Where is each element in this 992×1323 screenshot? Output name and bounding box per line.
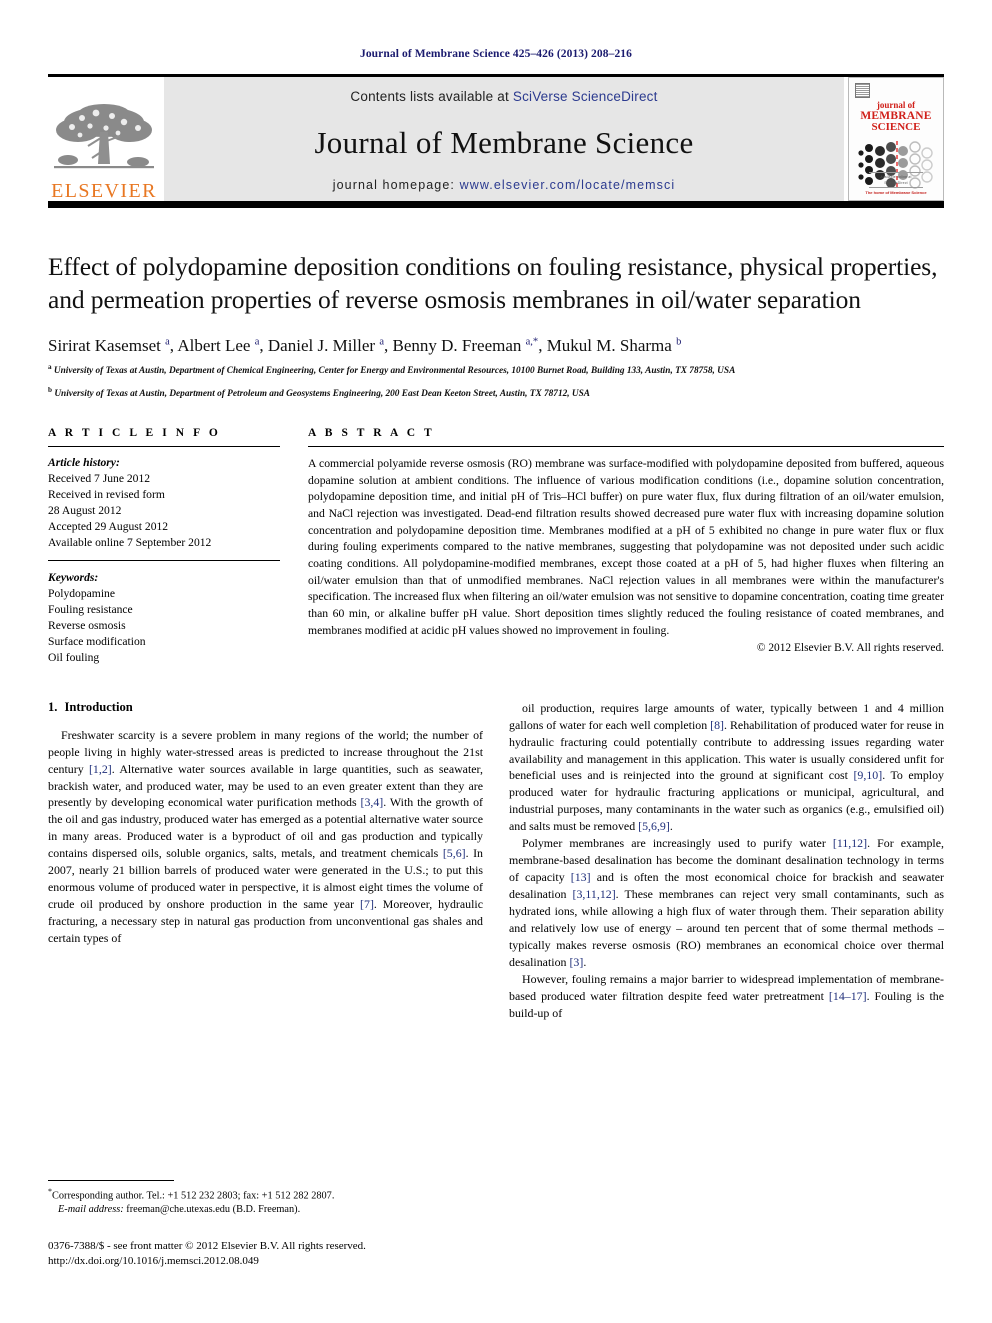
keyword-item: Oil fouling — [48, 650, 100, 664]
article-info-heading: A R T I C L E I N F O — [48, 426, 221, 439]
doi-line[interactable]: http://dx.doi.org/10.1016/j.memsci.2012.… — [48, 1254, 468, 1269]
masthead-bottom-bar — [48, 201, 944, 208]
info-abstract-region: A R T I C L E I N F O Article history: R… — [48, 427, 944, 666]
affiliation-mark-b: b — [48, 385, 52, 394]
article-info-rule — [48, 445, 280, 447]
keywords-block: Keywords: Polydopamine Fouling resistanc… — [48, 570, 280, 666]
abstract-heading: A B S T R A C T — [308, 426, 435, 439]
issn-line: 0376-7388/$ - see front matter © 2012 El… — [48, 1240, 366, 1253]
elsevier-logo: ELSEVIER — [48, 77, 160, 201]
author-list: Sirirat Kasemset a, Albert Lee a, Daniel… — [48, 336, 682, 356]
issn-block: 0376-7388/$ - see front matter © 2012 El… — [48, 1239, 468, 1269]
abstract-copyright: © 2012 Elsevier B.V. All rights reserved… — [756, 642, 944, 655]
body-paragraph: Polymer membranes are increasingly used … — [509, 836, 944, 969]
body-right-column: oil production, requires large amounts o… — [509, 700, 944, 1022]
affiliation-2: b University of Texas at Austin, Departm… — [48, 385, 944, 401]
journal-homepage-link[interactable]: www.elsevier.com/locate/memsci — [460, 178, 676, 192]
history-item: 28 August 2012 — [48, 503, 122, 517]
cover-foot-line-3: The home of Membrane Science — [865, 190, 927, 195]
journal-homepage-line: journal homepage: www.elsevier.com/locat… — [333, 178, 676, 192]
section-title: Introduction — [64, 699, 133, 714]
cover-foot-line-1: Available online at — [880, 175, 912, 179]
cover-line-1: journal of — [876, 100, 916, 110]
keyword-item: Reverse osmosis — [48, 618, 126, 632]
history-item: Received 7 June 2012 — [48, 471, 151, 485]
masthead-center-band: Contents lists available at SciVerse Sci… — [164, 77, 844, 201]
article-history: Article history: Received 7 June 2012 Re… — [48, 455, 280, 551]
keywords-rule — [48, 559, 280, 561]
journal-article-page: Journal of Membrane Science 425–426 (201… — [0, 0, 992, 1323]
elsevier-tree-icon — [54, 104, 154, 169]
body-left-column: 1. Introduction Freshwater scarcity is a … — [48, 700, 483, 1022]
history-item: Accepted 29 August 2012 — [48, 519, 169, 533]
history-item: Available online 7 September 2012 — [48, 535, 212, 549]
affiliation-text-b: University of Texas at Austin, Departmen… — [54, 388, 590, 399]
homepage-prefix: journal homepage: — [332, 178, 460, 192]
corresponding-author-text: Corresponding author. Tel.: +1 512 232 2… — [52, 1190, 335, 1202]
keyword-item: Surface modification — [48, 634, 146, 648]
sciencedirect-link[interactable]: SciVerse ScienceDirect — [513, 89, 658, 104]
abstract-column: A B S T R A C T A commercial polyamide r… — [308, 427, 944, 666]
abstract-text: A commercial polyamide reverse osmosis (… — [308, 456, 944, 637]
keywords-label: Keywords: — [48, 570, 99, 584]
email-label: E-mail address: — [58, 1204, 124, 1216]
keyword-item: Fouling resistance — [48, 602, 133, 616]
cover-line-3: SCIENCE — [871, 121, 921, 134]
email-address[interactable]: freeman@che.utexas.edu (B.D. Freeman). — [126, 1204, 300, 1215]
cover-footer: Available online at ScienceDirect The ho… — [849, 172, 943, 195]
email-note: E-mail address: freeman@che.utexas.edu (… — [48, 1203, 468, 1217]
body-paragraph: However, fouling remains a major barrier… — [509, 971, 944, 1020]
journal-masthead: ELSEVIER Contents lists available at Sci… — [48, 74, 944, 201]
cover-elsevier-mark-icon — [855, 83, 870, 98]
keyword-item: Polydopamine — [48, 586, 115, 600]
contents-lists-line: Contents lists available at SciVerse Sci… — [350, 89, 657, 104]
affiliation-1: a University of Texas at Austin, Departm… — [48, 362, 944, 378]
body-paragraph: Freshwater scarcity is a severe problem … — [48, 727, 484, 946]
footnote-area: *Corresponding author. Tel.: +1 512 232 … — [48, 1180, 468, 1269]
body-two-column-region: 1. Introduction Freshwater scarcity is a … — [48, 700, 944, 1022]
article-title: Effect of polydopamine deposition condit… — [48, 252, 938, 315]
affiliation-mark-a: a — [48, 363, 52, 372]
footnote-rule — [48, 1180, 174, 1181]
section-number: 1. — [48, 699, 58, 714]
corresponding-author-note: *Corresponding author. Tel.: +1 512 232 … — [48, 1187, 468, 1203]
section-heading-introduction: 1. Introduction — [48, 700, 483, 715]
running-head: Journal of Membrane Science 425–426 (201… — [359, 48, 633, 60]
history-item: Received in revised form — [48, 487, 165, 501]
journal-cover-thumbnail: journal of MEMBRANE SCIENCE Available on… — [848, 77, 944, 201]
title-block: Effect of polydopamine deposition condit… — [48, 250, 944, 401]
journal-title: Journal of Membrane Science — [314, 125, 694, 160]
cover-foot-line-2: ScienceDirect — [884, 181, 908, 185]
abstract-rule — [308, 445, 944, 447]
affiliation-text-a: University of Texas at Austin, Departmen… — [53, 366, 736, 377]
contents-prefix: Contents lists available at — [350, 89, 513, 104]
body-paragraph: oil production, requires large amounts o… — [509, 700, 944, 834]
article-info-column: A R T I C L E I N F O Article history: R… — [48, 427, 280, 666]
article-history-label: Article history: — [48, 455, 120, 469]
elsevier-wordmark: ELSEVIER — [51, 180, 157, 202]
